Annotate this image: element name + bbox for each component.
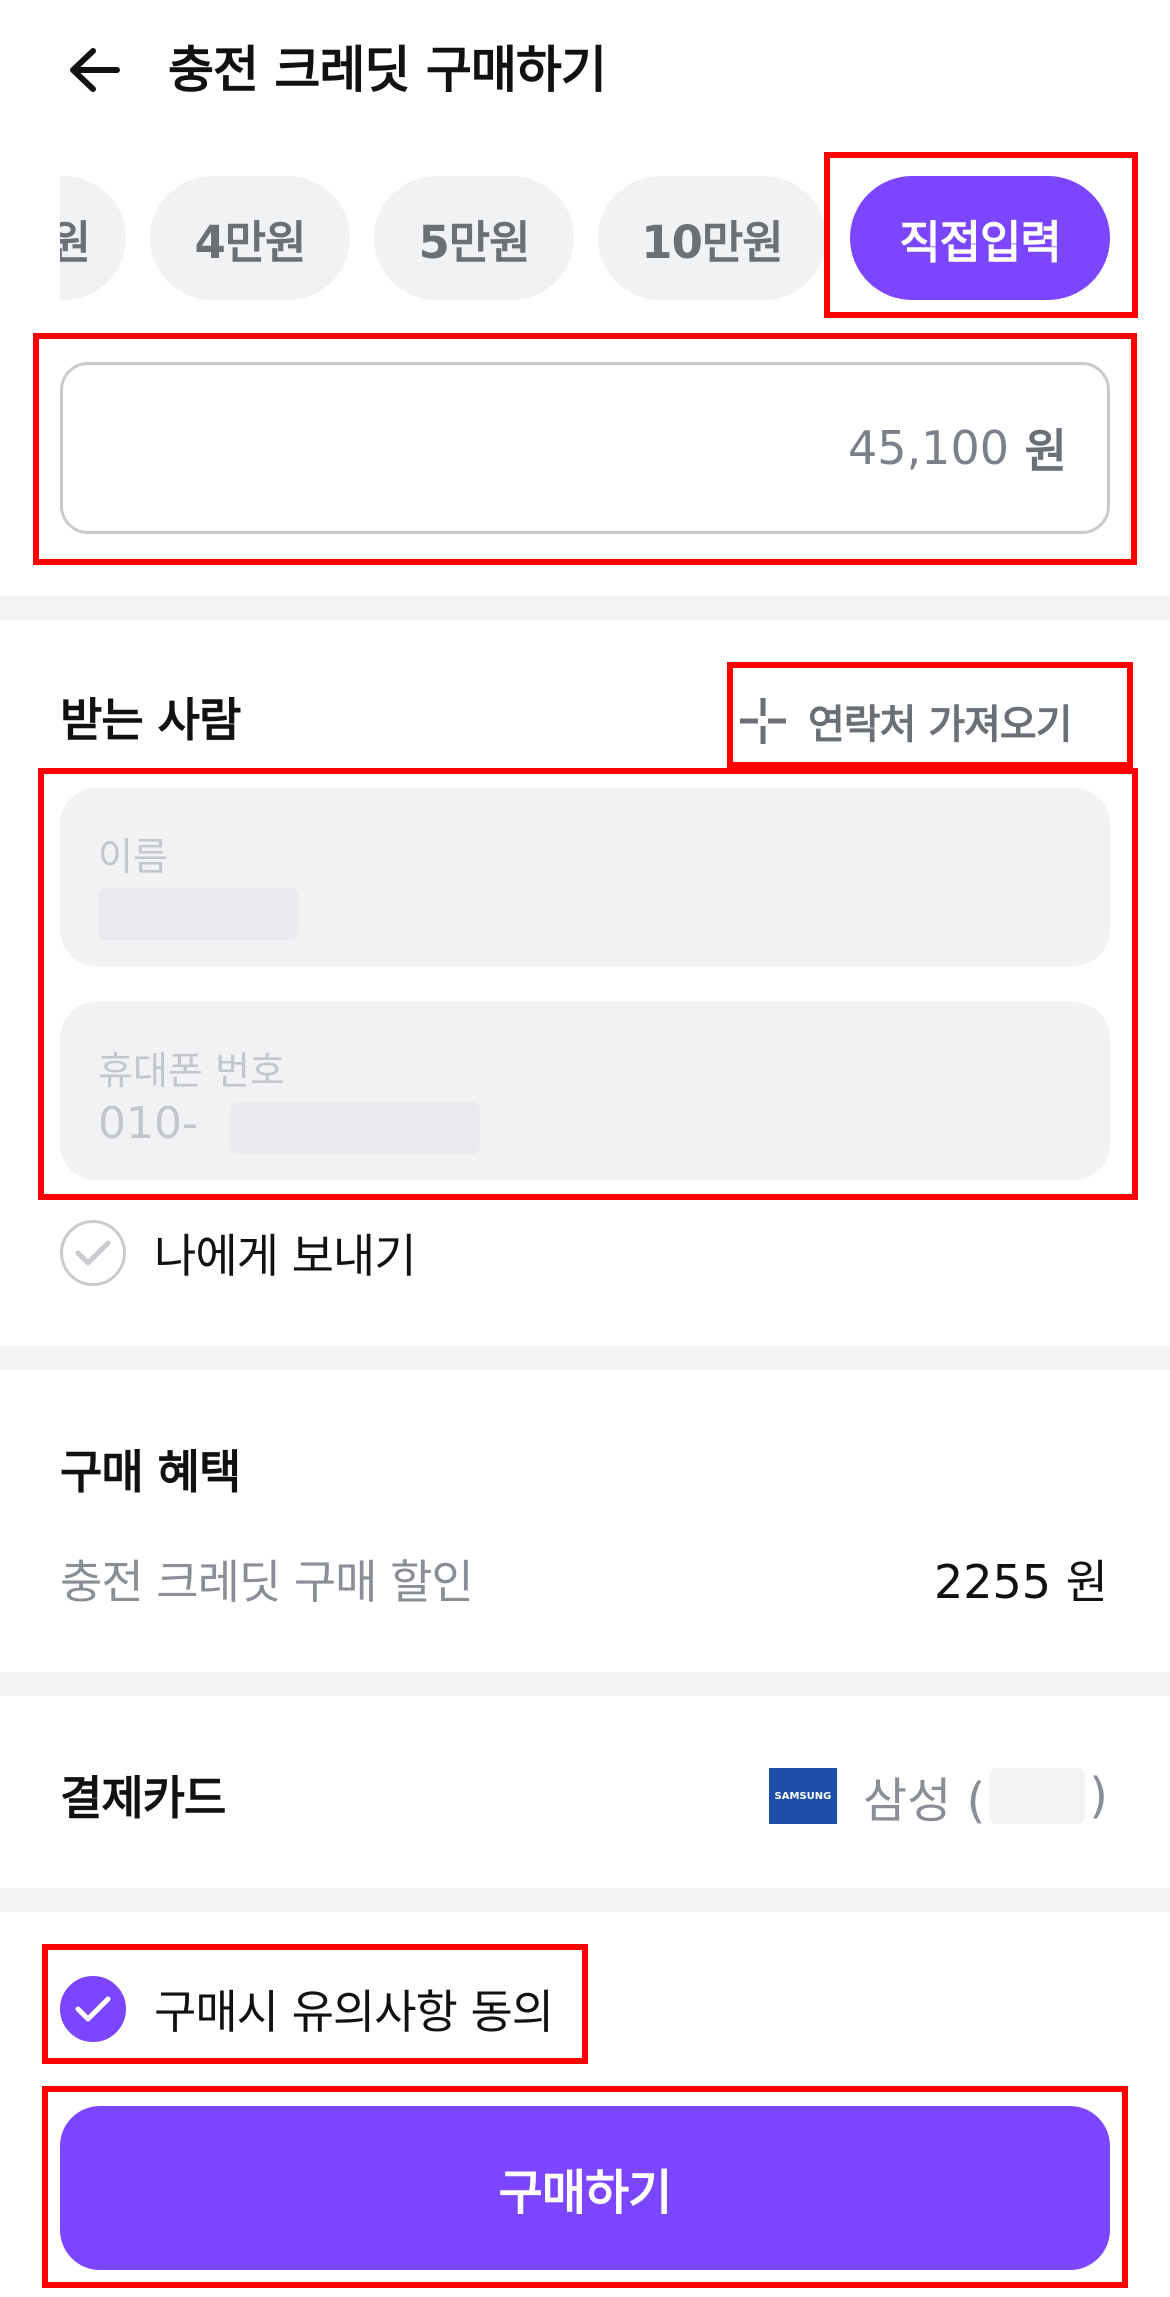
chip-label: 10만원 <box>641 215 783 269</box>
chip-label: 5만원 <box>418 215 530 269</box>
import-contacts-label: 연락처 가져오기 <box>808 702 1073 748</box>
benefit-label: 충전 크레딧 구매 할인 <box>60 1555 474 1609</box>
amount-value: 45,100 <box>848 421 1009 475</box>
chip-label: 원 <box>60 215 91 269</box>
phone-field-value: 010- <box>98 1098 198 1149</box>
import-contacts-button[interactable]: 연락처 가져오기 <box>738 680 1128 762</box>
chip-partial[interactable]: 원 <box>60 176 126 300</box>
arrow-left-icon <box>70 48 120 92</box>
phone-field-label: 휴대폰 번호 <box>98 1049 285 1093</box>
card-name: 삼성 ( <box>862 1773 986 1829</box>
redacted-value <box>230 1102 480 1154</box>
check-icon <box>60 1976 126 2042</box>
chip-100000[interactable]: 10만원 <box>598 176 826 300</box>
redacted-value <box>98 888 298 940</box>
name-field-label: 이름 <box>98 835 168 879</box>
plus-icon <box>740 698 786 744</box>
section-divider <box>0 1672 1170 1696</box>
payment-title: 결제카드 <box>60 1771 226 1825</box>
chip-label: 직접입력 <box>899 215 1062 269</box>
benefit-value: 2255 원 <box>933 1555 1108 1609</box>
send-to-me-label: 나에게 보내기 <box>154 1229 417 1283</box>
benefits-title: 구매 혜택 <box>60 1445 241 1499</box>
amount-chip-row: 원 4만원 5만원 10만원 직접입력 <box>60 172 1110 302</box>
amount-input[interactable]: 45,100 원 <box>60 362 1110 534</box>
chip-50000[interactable]: 5만원 <box>374 176 574 300</box>
payment-card-selector[interactable]: SAMSUNG 삼성 ( ) <box>768 1762 1108 1830</box>
buy-button-label: 구매하기 <box>498 2165 673 2221</box>
page-title: 충전 크레딧 구매하기 <box>168 41 607 99</box>
buy-button[interactable]: 구매하기 <box>60 2106 1110 2270</box>
name-field[interactable]: 이름 <box>60 788 1110 966</box>
agreement-label: 구매시 유의사항 동의 <box>154 1985 554 2039</box>
section-divider <box>0 1888 1170 1912</box>
agreement-checkbox[interactable]: 구매시 유의사항 동의 <box>60 1976 554 2042</box>
recipient-title: 받는 사람 <box>60 693 241 747</box>
amount-unit: 원 <box>1024 424 1067 478</box>
chip-label: 4만원 <box>194 215 306 269</box>
check-icon <box>60 1220 126 1286</box>
section-divider <box>0 1346 1170 1370</box>
redacted-value <box>989 1768 1086 1824</box>
card-suffix: ) <box>1089 1768 1108 1824</box>
send-to-me-checkbox[interactable]: 나에게 보내기 <box>60 1220 417 1286</box>
chip-40000[interactable]: 4만원 <box>150 176 350 300</box>
phone-field[interactable]: 휴대폰 번호 010- <box>60 1002 1110 1180</box>
section-divider <box>0 596 1170 620</box>
chip-custom-input[interactable]: 직접입력 <box>850 176 1110 300</box>
back-button[interactable] <box>55 30 135 110</box>
samsung-card-logo: SAMSUNG <box>768 1768 837 1824</box>
